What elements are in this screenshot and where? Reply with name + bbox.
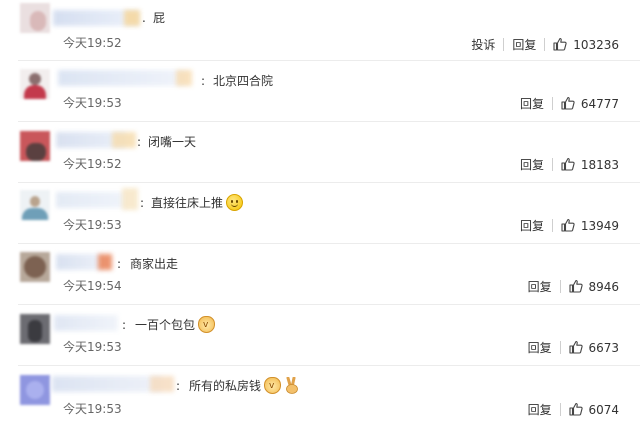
colon: : [122,318,127,332]
thumbs-up-icon [561,218,575,232]
cat-emoji-icon [264,377,282,394]
colon: : [176,379,181,393]
comment-text: 闭嘴一天 [148,135,197,149]
like-button[interactable]: 18183 [561,157,619,172]
username-blurred-tag [124,10,140,26]
avatar[interactable] [20,3,50,33]
comment-text-body: 一百个包包 [135,318,196,332]
comment-text: 直接往床上推 [151,194,244,211]
report-button[interactable]: 投诉 [471,38,495,52]
divider [544,38,546,51]
divider [503,38,505,51]
comment-text: 北京四合院 [213,74,274,88]
reply-button[interactable]: 回复 [528,280,552,294]
comment-item: : 所有的私房钱 今天19:53 回复 6074 [0,366,640,427]
comment-actions: 投诉 回复 103236 [471,37,619,53]
avatar[interactable] [20,69,50,99]
colon: : [137,135,142,149]
cat-emoji-icon [198,316,216,333]
username-blurred-tag [98,254,112,270]
divider [559,403,561,416]
comment-actions: 回复 13949 [520,218,619,234]
comment-actions: 回复 64777 [520,96,619,112]
comment-actions: 回复 18183 [520,157,619,173]
comment-actions: 回复 8946 [528,279,619,295]
divider [559,280,561,293]
avatar[interactable] [20,375,50,405]
comment-text-body: 所有的私房钱 [189,379,262,393]
username-blurred[interactable] [52,376,162,392]
like-button[interactable]: 6074 [569,402,619,417]
comment-text: 商家出走 [130,257,179,271]
comment-text: 所有的私房钱 [189,376,300,394]
smile-emoji-icon [226,194,244,211]
like-button[interactable]: 64777 [561,96,619,111]
username-blurred-tag [112,132,136,148]
thumbs-up-icon [569,340,583,354]
avatar[interactable] [20,131,50,161]
username-blurred[interactable] [58,70,186,86]
reply-button[interactable]: 回复 [528,403,552,417]
username-blurred-tag [176,70,192,86]
like-button[interactable]: 13949 [561,218,619,233]
username-blurred[interactable] [54,315,118,331]
comment-item: : 闭嘴一天 今天19:52 回复 18183 [0,122,640,183]
like-count: 13949 [580,219,619,233]
username-blurred-tag [122,188,138,210]
username-blurred[interactable] [56,192,126,208]
comment-time: 今天19:53 [63,218,122,232]
like-count: 8946 [588,280,619,294]
like-button[interactable]: 8946 [569,279,619,294]
like-button[interactable]: 6673 [569,340,619,355]
colon: : [117,257,122,271]
comment-time: 今天19:52 [63,36,122,50]
like-button[interactable]: 103236 [553,37,619,52]
comment-item: : 北京四合院 今天19:53 回复 64777 [0,61,640,122]
colon: : [140,196,145,210]
avatar[interactable] [20,190,50,220]
comment-time: 今天19:53 [63,402,122,416]
like-count: 103236 [573,38,619,52]
victory-hand-emoji-icon [284,376,300,394]
comment-time: 今天19:53 [63,340,122,354]
divider [559,341,561,354]
colon: : [201,74,206,88]
thumbs-up-icon [569,402,583,416]
comment-time: 今天19:54 [63,279,122,293]
reply-button[interactable]: 回复 [512,38,536,52]
comment-item: : 商家出走 今天19:54 回复 8946 [0,244,640,305]
like-count: 18183 [580,158,619,172]
avatar[interactable] [20,314,50,344]
comment-actions: 回复 6074 [528,402,619,418]
avatar[interactable] [20,252,50,282]
comment-text: 一百个包包 [135,316,216,333]
thumbs-up-icon [561,157,575,171]
divider [551,219,553,232]
username-blurred-tag [150,376,174,392]
reply-button[interactable]: 回复 [520,219,544,233]
username-blurred[interactable] [56,254,102,270]
like-count: 64777 [580,97,619,111]
like-count: 6074 [588,403,619,417]
thumbs-up-icon [569,279,583,293]
comment-text-body: 直接往床上推 [151,196,224,210]
divider [551,97,553,110]
thumbs-up-icon [553,37,567,51]
divider [551,158,553,171]
reply-button[interactable]: 回复 [528,341,552,355]
comment-time: 今天19:53 [63,96,122,110]
comment-time: 今天19:52 [63,157,122,171]
comment-item: . 屁 今天19:52 投诉 回复 103236 [0,0,640,61]
like-count: 6673 [588,341,619,355]
reply-button[interactable]: 回复 [520,97,544,111]
comment-text: 屁 [153,11,166,25]
reply-button[interactable]: 回复 [520,158,544,172]
thumbs-up-icon [561,96,575,110]
comment-item: : 直接往床上推 今天19:53 回复 13949 [0,183,640,244]
comment-actions: 回复 6673 [528,340,619,356]
colon: . [142,11,146,25]
comment-item: : 一百个包包 今天19:53 回复 6673 [0,305,640,366]
